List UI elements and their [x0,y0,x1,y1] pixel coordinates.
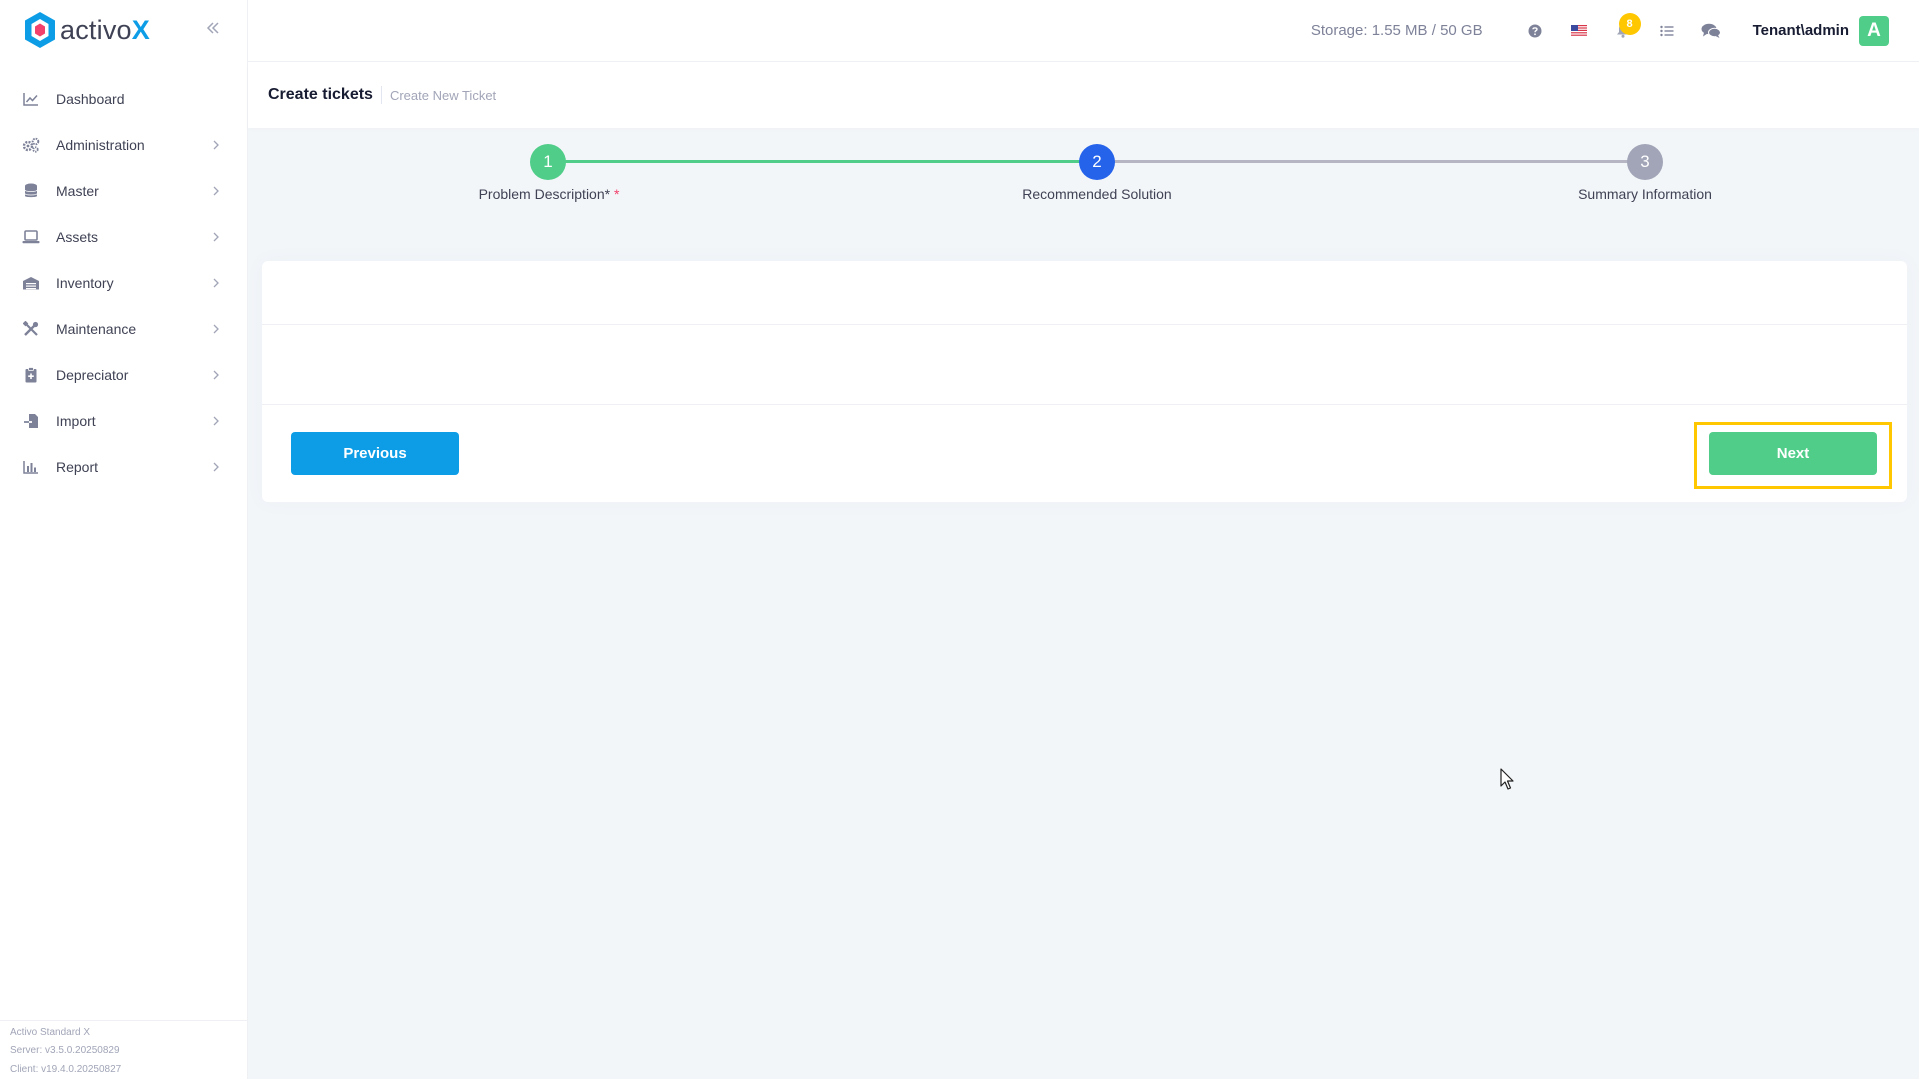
step-content-card: Previous Next [262,261,1907,502]
mouse-cursor-icon [1500,768,1514,790]
sidebar-item-report[interactable]: Report [0,444,247,490]
sidebar-item-label: Report [56,459,99,475]
chart-bar-icon [22,458,40,476]
sidebar-item-label: Assets [56,229,99,245]
sidebar-item-inventory[interactable]: Inventory [0,260,247,306]
step-connector-completed [548,160,1098,163]
wizard-stepper: 1 2 3 Problem Description* * Recommended… [248,128,1919,218]
page-title: Create tickets [268,86,382,104]
sidebar-item-dashboard[interactable]: Dashboard [0,76,247,122]
sidebar-item-assets[interactable]: Assets [0,214,247,260]
required-marker: * [613,186,620,202]
sidebar-item-label: Import [56,413,96,429]
laptop-icon [22,228,40,246]
file-import-icon [22,412,40,430]
step-3-indicator[interactable]: 3 [1627,144,1663,180]
sidebar-menu: Dashboard Administration Master Assets I… [0,76,247,490]
sidebar-item-label: Inventory [56,275,114,291]
page-subheader: Create tickets Create New Ticket [248,62,1919,128]
sidebar-item-label: Dashboard [56,91,125,107]
chevron-right-icon [213,324,219,334]
step-3-label: Summary Information [1578,186,1712,202]
chevron-right-icon [213,278,219,288]
warehouse-icon [22,274,40,292]
database-icon [22,182,40,200]
sidebar-item-label: Depreciator [56,367,129,383]
chevron-right-icon [213,462,219,472]
chevron-right-icon [213,370,219,380]
client-version: Client: v19.4.0.20250827 [10,1063,122,1075]
sidebar-item-label: Master [56,183,99,199]
sidebar-item-administration[interactable]: Administration [0,122,247,168]
previous-button[interactable]: Previous [291,432,459,475]
chevron-right-icon [213,416,219,426]
double-chevron-left-icon[interactable] [205,20,221,36]
product-name: Activo Standard X [10,1026,91,1038]
notification-count-badge: 8 [1618,12,1641,35]
step-2-indicator[interactable]: 2 [1079,144,1115,180]
sidebar-item-maintenance[interactable]: Maintenance [0,306,247,352]
clipboard-icon [22,366,40,384]
avatar[interactable]: A [1859,15,1889,46]
brand[interactable]: activoX [0,0,247,60]
sidebar: activoX Dashboard Administration Master [0,0,248,1079]
notifications-button[interactable]: 8 [1601,11,1645,51]
step-1-indicator[interactable]: 1 [530,144,566,180]
step-connector-pending [1098,160,1646,163]
chat-icon[interactable] [1689,11,1733,51]
chevron-right-icon [213,186,219,196]
top-header: Storage: 1.55 MB / 50 GB 8 Tenant\admin … [248,0,1919,62]
page-subtitle: Create New Ticket [389,87,497,103]
sidebar-item-depreciator[interactable]: Depreciator [0,352,247,398]
next-button[interactable]: Next [1709,432,1877,475]
card-header [262,261,1907,325]
sidebar-item-label: Maintenance [56,321,137,337]
sidebar-item-master[interactable]: Master [0,168,247,214]
tasks-icon[interactable] [1645,11,1689,51]
step-2-label: Recommended Solution [1022,186,1172,202]
sidebar-item-import[interactable]: Import [0,398,247,444]
user-name[interactable]: Tenant\admin [1753,22,1849,39]
us-flag-icon[interactable] [1557,11,1601,51]
chevron-right-icon [213,232,219,242]
chevron-right-icon [213,140,219,150]
server-version: Server: v3.5.0.20250829 [10,1045,120,1056]
sidebar-item-label: Administration [56,137,145,153]
brand-name: activoX [60,14,150,45]
chart-line-icon [22,90,40,108]
step-1-label: Problem Description* * [478,186,620,202]
storage-usage: Storage: 1.55 MB / 50 GB [1310,22,1483,39]
card-body [262,325,1907,405]
activo-logo-icon [25,12,55,48]
help-icon[interactable] [1513,11,1557,51]
version-info: Activo Standard X Server: v3.5.0.2025082… [0,1019,248,1079]
gears-icon [22,136,40,154]
tools-icon [22,320,40,338]
